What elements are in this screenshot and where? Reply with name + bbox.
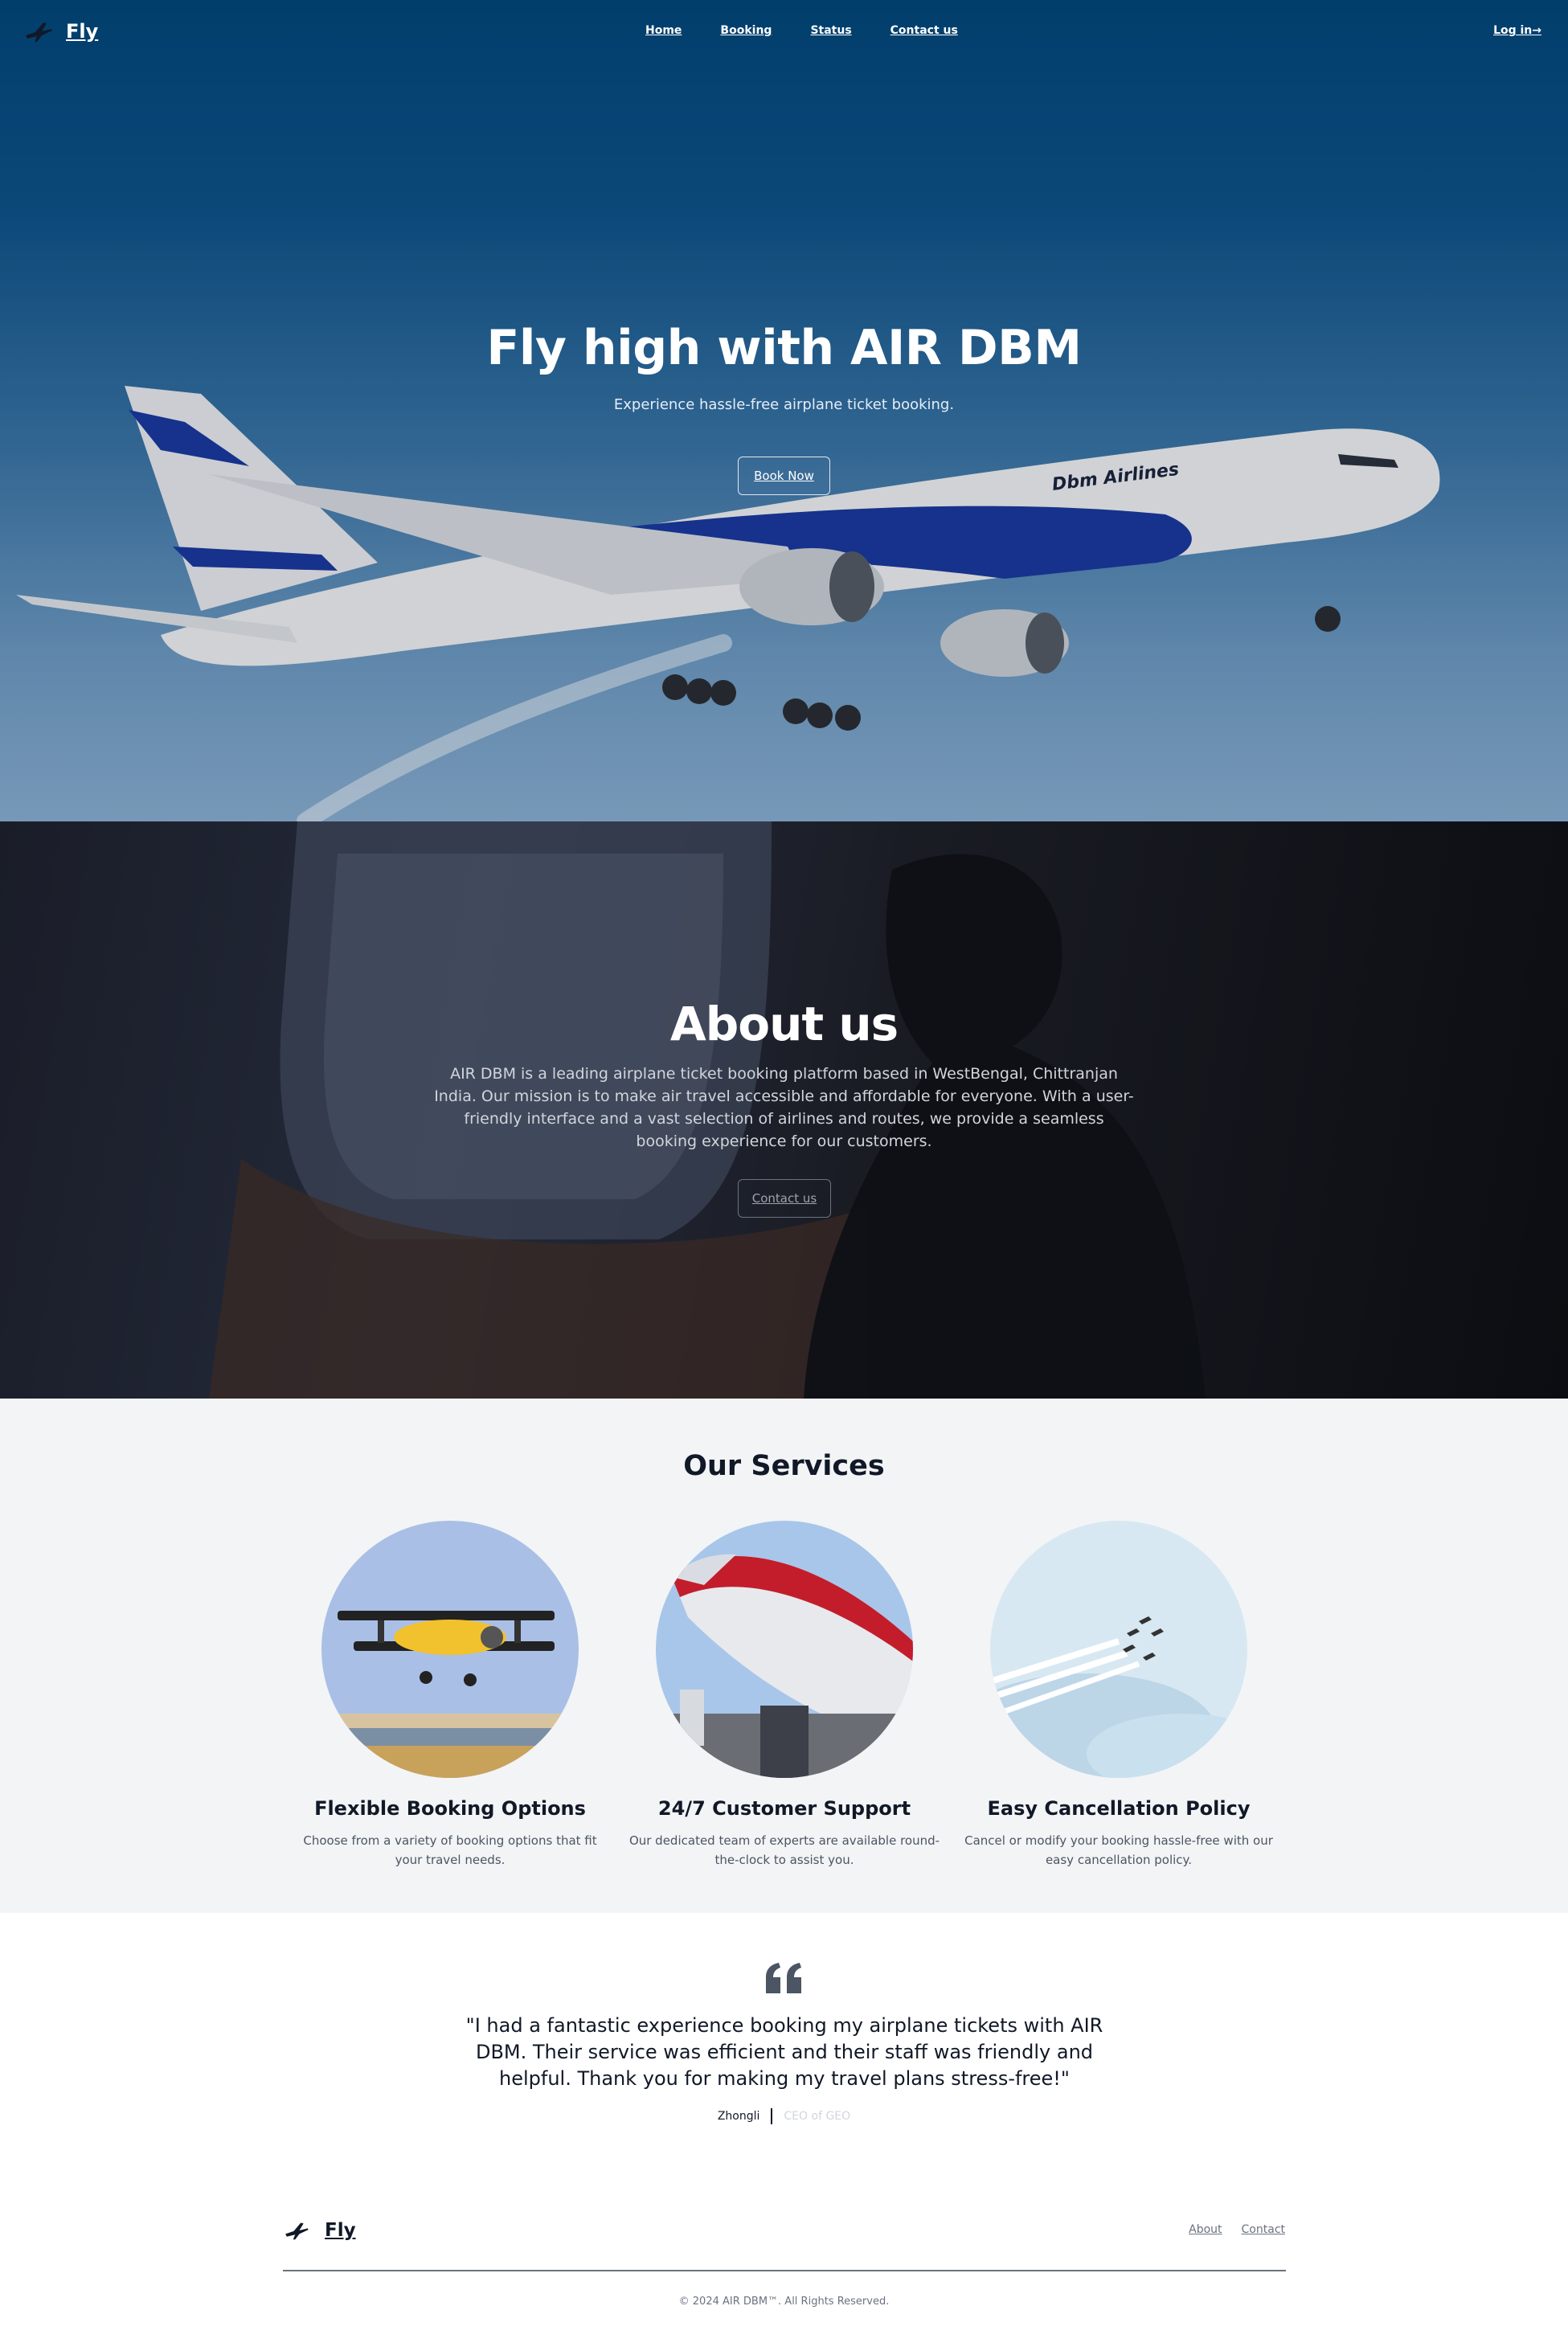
service-card-flexible-booking: Flexible Booking Options Choose from a v…	[289, 1521, 611, 1870]
footer-link-contact[interactable]: Contact	[1242, 2223, 1285, 2236]
site-footer: Fly About Contact © 2024 AIR DBM™. All R…	[0, 2178, 1568, 2351]
nav-link-status[interactable]: Status	[810, 24, 851, 37]
biplane-image	[321, 1521, 579, 1778]
service-title: Easy Cancellation Policy	[987, 1797, 1251, 1820]
hero-subtitle: Experience hassle-free airplane ticket b…	[613, 396, 955, 413]
testimonial-role: CEO of GEO	[784, 2110, 851, 2123]
nav-link-booking[interactable]: Booking	[720, 24, 772, 37]
footer-divider	[283, 2270, 1286, 2271]
service-description: Cancel or modify your booking hassle-fre…	[964, 1833, 1273, 1867]
brand-name: Fly	[66, 20, 99, 43]
service-description: Choose from a variety of booking options…	[303, 1833, 597, 1867]
nav-link-home[interactable]: Home	[645, 24, 682, 37]
jumbo-jet-image	[656, 1521, 913, 1778]
hero-section: Dbm Airlines Fly Home Booking Status Con…	[0, 0, 1568, 821]
brand-logo-link[interactable]: Fly	[24, 19, 98, 43]
footer-brand-link[interactable]: Fly	[283, 2220, 356, 2241]
book-now-button[interactable]: Book Now	[738, 457, 830, 495]
nav-links: Home Booking Status Contact us	[645, 24, 958, 37]
service-title: 24/7 Customer Support	[657, 1797, 911, 1820]
about-section: About us AIR DBM is a leading airplane t…	[0, 821, 1568, 1399]
service-card-customer-support: 24/7 Customer Support Our dedicated team…	[624, 1521, 945, 1870]
airplane-icon	[26, 23, 52, 42]
testimonial-section: "I had a fantastic experience booking my…	[0, 1913, 1568, 2178]
copyright-text: © 2024 AIR DBM™. All Rights Reserved.	[678, 2296, 890, 2308]
airplane-icon	[285, 2222, 309, 2240]
services-title: Our Services	[683, 1450, 885, 1482]
testimonial-quote: "I had a fantastic experience booking my…	[465, 2014, 1103, 2090]
formation-jets-image	[990, 1521, 1247, 1778]
about-title: About us	[669, 997, 899, 1051]
footer-links: About Contact	[1189, 2223, 1285, 2236]
attribution-divider	[771, 2108, 773, 2124]
about-description: AIR DBM is a leading airplane ticket boo…	[434, 1065, 1134, 1150]
testimonial-author: Zhongli	[717, 2110, 760, 2123]
top-navbar: Fly Home Booking Status Contact us Log i…	[0, 0, 1568, 64]
service-card-cancellation: Easy Cancellation Policy Cancel or modif…	[958, 1521, 1279, 1870]
quote-icon	[766, 1963, 801, 1993]
services-section: Our Services Flexible Booking Options Ch…	[0, 1399, 1568, 1913]
nav-link-contact[interactable]: Contact us	[890, 24, 958, 37]
hero-title: Fly high with AIR DBM	[486, 320, 1082, 376]
testimonial-attribution: Zhongli CEO of GEO	[0, 2108, 1568, 2124]
footer-link-about[interactable]: About	[1189, 2223, 1222, 2236]
service-description: Our dedicated team of experts are availa…	[628, 1833, 940, 1867]
contact-us-button[interactable]: Contact us	[738, 1179, 831, 1218]
footer-brand-name: Fly	[325, 2220, 356, 2241]
login-link[interactable]: Log in→	[1493, 24, 1541, 37]
service-title: Flexible Booking Options	[314, 1797, 586, 1820]
